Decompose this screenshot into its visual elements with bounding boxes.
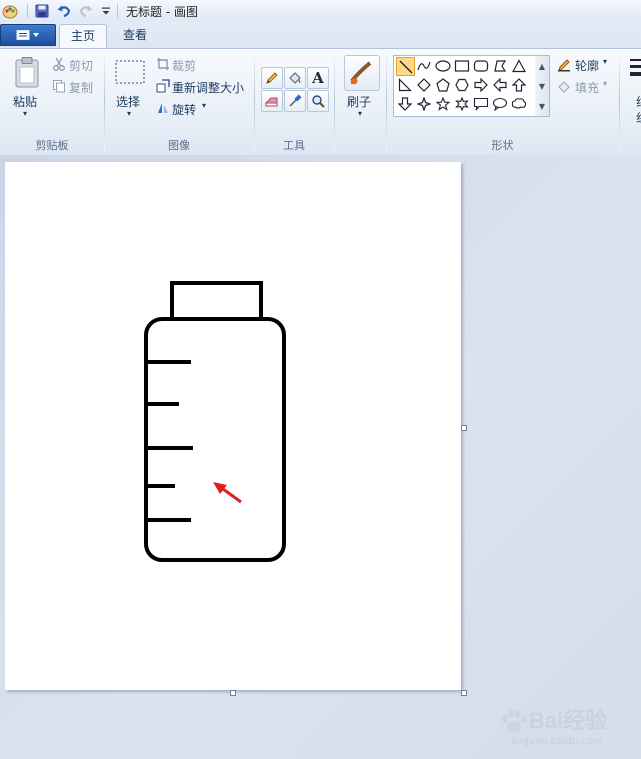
copy-button[interactable]: 复制 — [69, 79, 93, 96]
ribbon: 粘贴 ▾ 剪切 复制 剪贴板 选择 ▾ 裁剪 重新调整大小 旋转 ▾ 图像 A — [0, 48, 641, 156]
group-separator — [619, 53, 620, 151]
outline-dropdown-icon[interactable]: ▾ — [603, 57, 607, 66]
bottle-drawing — [144, 281, 286, 562]
canvas-workspace: Bai经验 jingyan.baidu.com — [0, 155, 641, 759]
line-size-icon[interactable] — [628, 57, 641, 81]
magnifier-icon[interactable] — [307, 90, 329, 112]
shapes-scroll-up-icon[interactable]: ▲ — [535, 56, 549, 76]
paste-button[interactable]: 粘贴 — [13, 93, 37, 110]
rectangle-shape-icon[interactable] — [453, 57, 471, 75]
pentagon-shape-icon[interactable] — [434, 76, 452, 94]
fill-bucket-icon[interactable] — [284, 67, 306, 89]
drawing-canvas[interactable] — [5, 162, 461, 690]
six-point-star-shape-icon[interactable] — [453, 95, 471, 113]
tab-home[interactable]: 主页 — [59, 24, 107, 49]
four-point-star-shape-icon[interactable] — [415, 95, 433, 113]
bottle-cap — [170, 281, 263, 321]
fill-button[interactable]: 填充 — [575, 79, 599, 96]
menu-icon — [16, 30, 39, 40]
ribbon-tab-row: 主页 查看 — [0, 22, 641, 49]
group-separator — [334, 53, 335, 151]
canvas-resize-handle-bottom[interactable] — [230, 690, 236, 696]
left-arrow-shape-icon[interactable] — [491, 76, 509, 94]
title-bar: 无标题 - 画图 — [0, 0, 641, 23]
rectangular-callout-shape-icon[interactable] — [472, 95, 490, 113]
oval-shape-icon[interactable] — [434, 57, 452, 75]
shapes-expand-icon[interactable]: ▼ — [535, 96, 549, 116]
image-group-label: 图像 — [168, 139, 190, 152]
down-arrow-shape-icon[interactable] — [396, 95, 414, 113]
size-label-partial-2: 组 — [636, 109, 641, 126]
cloud-callout-shape-icon[interactable] — [510, 95, 528, 113]
bottle-body — [144, 317, 286, 562]
fill-icon — [556, 79, 572, 95]
size-label-partial: 线 — [636, 93, 641, 110]
copy-icon — [51, 78, 67, 94]
rotate-button[interactable]: 旋转 — [172, 101, 196, 118]
separator — [27, 4, 28, 18]
right-arrow-shape-icon[interactable] — [472, 76, 490, 94]
baidu-paw-icon — [501, 710, 527, 733]
tools-group-label: 工具 — [283, 139, 305, 152]
polygon-shape-icon[interactable] — [491, 57, 509, 75]
cut-icon — [51, 56, 67, 72]
rotate-dropdown-icon[interactable]: ▾ — [202, 101, 206, 110]
watermark-url: jingyan.baidu.com — [510, 736, 603, 747]
separator — [117, 4, 118, 18]
line-shape-icon[interactable] — [396, 57, 415, 76]
fill-dropdown-icon[interactable]: ▾ — [603, 79, 607, 88]
paste-icon[interactable] — [12, 55, 42, 89]
diamond-shape-icon[interactable] — [415, 76, 433, 94]
rotate-icon — [155, 100, 171, 116]
undo-icon[interactable] — [56, 3, 72, 19]
paste-dropdown-icon[interactable]: ▾ — [23, 109, 27, 118]
cut-button[interactable]: 剪切 — [69, 57, 93, 74]
shapes-group-label: 形状 — [491, 139, 514, 152]
canvas-resize-handle-right[interactable] — [461, 425, 467, 431]
customize-quick-access-icon[interactable] — [98, 3, 114, 19]
resize-button[interactable]: 重新调整大小 — [172, 79, 244, 96]
hexagon-shape-icon[interactable] — [453, 76, 471, 94]
redo-icon[interactable] — [78, 3, 94, 19]
brushes-dropdown-icon[interactable]: ▾ — [358, 109, 362, 118]
eraser-icon[interactable] — [261, 90, 283, 112]
baidu-watermark: Bai经验 — [499, 703, 607, 735]
save-icon[interactable] — [34, 3, 50, 19]
five-point-star-shape-icon[interactable] — [434, 95, 452, 113]
select-dropdown-icon[interactable]: ▾ — [127, 109, 131, 118]
oval-callout-shape-icon[interactable] — [491, 95, 509, 113]
shapes-scroll: ▲ ▼ ▼ — [535, 55, 550, 117]
select-button[interactable]: 选择 — [116, 93, 140, 110]
curve-shape-icon[interactable] — [415, 57, 433, 75]
text-tool-glyph: A — [312, 69, 324, 87]
right-triangle-shape-icon[interactable] — [396, 76, 414, 94]
window-title: 无标题 - 画图 — [126, 5, 198, 19]
tab-view[interactable]: 查看 — [112, 24, 158, 48]
outline-icon — [556, 57, 572, 73]
crop-button[interactable]: 裁剪 — [172, 57, 196, 74]
clipboard-group-label: 剪贴板 — [35, 139, 69, 152]
paint-menu-button[interactable] — [0, 24, 56, 46]
triangle-shape-icon[interactable] — [510, 57, 528, 75]
brushes-button[interactable]: 刷子 — [347, 93, 371, 110]
brush-icon[interactable] — [344, 55, 380, 91]
select-icon[interactable] — [114, 59, 146, 85]
paint-app-icon[interactable] — [2, 3, 18, 19]
color-picker-icon[interactable] — [284, 90, 306, 112]
red-arrow-annotation — [213, 482, 242, 504]
crop-icon — [155, 56, 171, 72]
resize-icon — [155, 78, 171, 94]
outline-button[interactable]: 轮廓 — [575, 57, 599, 74]
text-icon[interactable]: A — [307, 67, 329, 89]
shapes-scroll-down-icon[interactable]: ▼ — [535, 76, 549, 96]
rounded-rectangle-shape-icon[interactable] — [472, 57, 490, 75]
canvas-resize-handle-corner[interactable] — [461, 690, 467, 696]
up-arrow-shape-icon[interactable] — [510, 76, 528, 94]
shapes-gallery — [393, 55, 537, 117]
watermark-text: Bai经验 — [528, 708, 607, 733]
pencil-icon[interactable] — [261, 67, 283, 89]
